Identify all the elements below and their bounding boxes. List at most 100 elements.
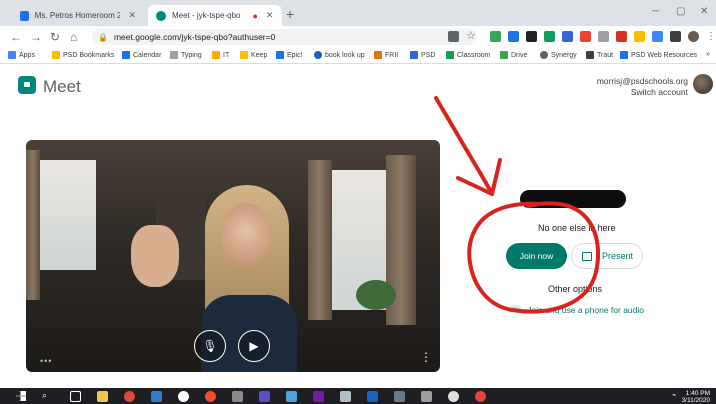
taskbar-clock[interactable]: 1:40 PM 3/11/2020 [682, 390, 710, 404]
app-icon[interactable] [340, 391, 351, 402]
file-explorer-icon[interactable] [97, 391, 108, 402]
windows-start-icon[interactable] [16, 391, 26, 401]
search-icon[interactable]: ⌕ [42, 390, 47, 401]
bookmark-typing[interactable]: Typing [170, 51, 202, 59]
classroom-tab-icon [20, 10, 29, 21]
tab-meet[interactable]: Meet - jyk-tspe-qbo ● ✕ [148, 5, 282, 26]
windows-taskbar: ⌕ ⌁ 1:40 PM 3/11/2020 [0, 388, 716, 404]
extension-icon[interactable] [634, 31, 645, 42]
extension-icon[interactable] [652, 31, 663, 42]
plant [356, 280, 396, 310]
synergy-icon [540, 51, 548, 59]
outlook-icon[interactable] [151, 391, 162, 402]
back-icon[interactable]: ← [10, 30, 22, 44]
waving-hand [131, 225, 179, 287]
app-icon[interactable] [394, 391, 405, 402]
bookmarks-overflow-button[interactable]: » [706, 51, 710, 58]
app-icon[interactable] [286, 391, 297, 402]
present-icon [582, 251, 592, 261]
window-left [36, 160, 96, 270]
redaction-mark [520, 190, 626, 208]
app-icon[interactable] [205, 391, 216, 402]
onenote-icon[interactable] [313, 391, 324, 402]
home-icon[interactable]: ⌂ [70, 30, 77, 44]
meet-tab-icon [156, 10, 166, 21]
extension-icon[interactable] [580, 31, 591, 42]
clock-time: 1:40 PM [685, 390, 710, 397]
bookmark-psd-bookmarks[interactable]: PSD Bookmarks [52, 51, 114, 59]
typing-icon [170, 51, 178, 59]
audio-level-icon: ••• [40, 356, 53, 366]
maximize-icon[interactable]: ▢ [676, 6, 685, 17]
menu-icon[interactable]: ⋮ [706, 31, 716, 42]
bookmark-book-look-up[interactable]: book look up [314, 51, 365, 59]
epic-icon [276, 51, 284, 59]
profile-icon[interactable] [688, 31, 699, 42]
camera-permission-icon[interactable] [448, 31, 459, 42]
book-icon [314, 51, 322, 59]
other-options-label: Other options [548, 284, 603, 294]
extensions-puzzle-icon[interactable] [670, 31, 681, 42]
bookmark-traut[interactable]: Traut [586, 51, 613, 59]
switch-account-link[interactable]: Switch account [597, 87, 688, 98]
more-options-icon[interactable]: ⋮ [420, 350, 432, 364]
close-tab-icon[interactable]: ✕ [128, 10, 136, 21]
close-window-icon[interactable]: ✕ [700, 6, 708, 17]
extension-icon[interactable] [508, 31, 519, 42]
phone-audio-option[interactable]: ☏ Join and use a phone for audio [510, 304, 644, 315]
bookmark-psd-web-resources[interactable]: PSD Web Resources [620, 51, 697, 59]
phone-icon: ☏ [510, 304, 522, 314]
bookmark-psd[interactable]: PSD [410, 51, 435, 59]
app-icon[interactable] [448, 391, 459, 402]
star-icon[interactable]: ☆ [466, 29, 477, 42]
traut-icon [586, 51, 594, 59]
camera-icon: ▶ [249, 339, 259, 353]
extension-icon[interactable] [562, 31, 573, 42]
avatar[interactable] [693, 74, 713, 94]
bookmark-it[interactable]: IT [212, 51, 229, 59]
app-icon[interactable] [421, 391, 432, 402]
extension-icon[interactable] [526, 31, 537, 42]
new-tab-button[interactable]: + [286, 6, 294, 22]
drive-extension-icon[interactable] [490, 31, 501, 42]
chrome-icon[interactable] [475, 391, 486, 402]
mail-icon[interactable] [367, 391, 378, 402]
lock-icon: 🔒 [98, 32, 108, 42]
classroom-icon [446, 51, 454, 59]
app-title: Meet [43, 77, 81, 96]
extension-icon[interactable] [598, 31, 609, 42]
close-tab-icon[interactable]: ✕ [266, 10, 274, 21]
video-preview [26, 140, 440, 372]
address-bar[interactable]: 🔒 meet.google.com/jyk-tspe-qbo?authuser=… [92, 29, 477, 45]
present-button[interactable]: Present [571, 243, 643, 269]
curtain [26, 150, 40, 300]
extension-icon[interactable] [544, 31, 555, 42]
extension-icon[interactable] [616, 31, 627, 42]
maps-icon[interactable] [178, 391, 189, 402]
bookmark-frii[interactable]: FRII [374, 51, 398, 59]
bookmark-apps[interactable]: Apps [8, 51, 35, 59]
join-now-button[interactable]: Join now [506, 243, 567, 269]
bookmark-keep[interactable]: Keep [240, 51, 267, 59]
annotation-arrow-shaft [434, 96, 494, 196]
bookmark-epic[interactable]: Epic! [276, 51, 303, 59]
microphone-toggle-button[interactable]: 🎙 [194, 330, 226, 362]
bookmark-calendar[interactable]: Calendar [122, 51, 161, 59]
forward-icon[interactable]: → [30, 30, 42, 44]
task-view-icon[interactable] [70, 391, 81, 402]
bookmark-classroom[interactable]: Classroom [446, 51, 490, 59]
minimize-icon[interactable]: ─ [652, 6, 659, 17]
present-label: Present [602, 251, 634, 261]
premiere-icon[interactable] [259, 391, 270, 402]
camera-toggle-button[interactable]: ▶ [238, 330, 270, 362]
apps-grid-icon [8, 51, 16, 59]
account-email: morrisj@psdschools.org [596, 76, 688, 86]
microphone-icon: 🎙 [202, 339, 218, 353]
tab-homeroom[interactable]: Ms. Petros Homeroom 2019-202 ✕ [12, 5, 144, 26]
bookmark-drive[interactable]: Drive [500, 51, 527, 59]
bookmark-synergy[interactable]: Synergy [540, 51, 577, 59]
chrome-icon[interactable] [124, 391, 135, 402]
network-icon[interactable]: ⌁ [672, 391, 676, 399]
reload-icon[interactable]: ↻ [50, 30, 60, 44]
app-icon[interactable] [232, 391, 243, 402]
